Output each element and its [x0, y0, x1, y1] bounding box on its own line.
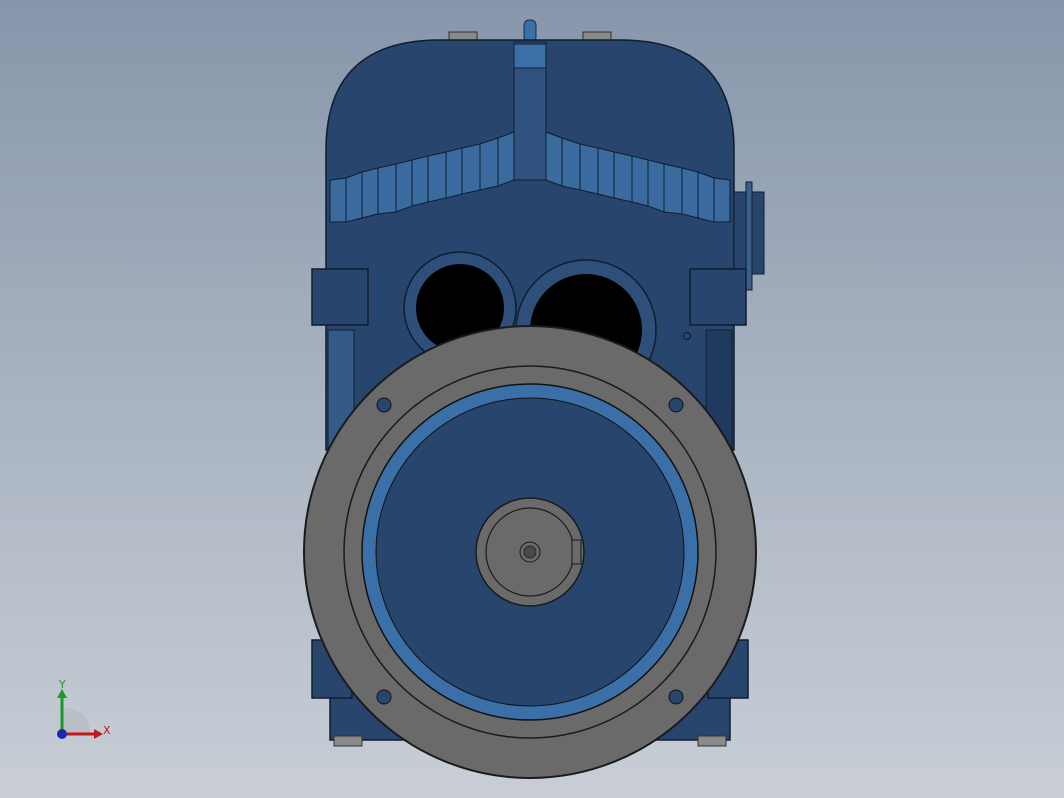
- mounting-lug-left: [311, 268, 369, 326]
- flange-bolt-hole: [668, 397, 684, 413]
- top-breather-plug: [523, 19, 537, 43]
- reference-triad: Y X: [57, 678, 111, 739]
- bottom-bolt-right: [697, 735, 727, 747]
- triad-x-label: X: [103, 724, 111, 737]
- graphics-viewport[interactable]: Y X: [0, 0, 1064, 798]
- gear-motor-model[interactable]: [0, 0, 1064, 798]
- mounting-lug-right: [689, 268, 747, 326]
- flange-bolt-hole: [376, 689, 392, 705]
- triad-y-label: Y: [58, 678, 66, 691]
- triad-plane-quadrant: [62, 708, 90, 734]
- bottom-bolt-left: [333, 735, 363, 747]
- shaft-key: [571, 539, 582, 565]
- triad-x-arrow: [94, 729, 103, 739]
- flange-bolt-hole: [668, 689, 684, 705]
- triad-z-axis: [57, 729, 67, 739]
- flange-bolt-hole: [376, 397, 392, 413]
